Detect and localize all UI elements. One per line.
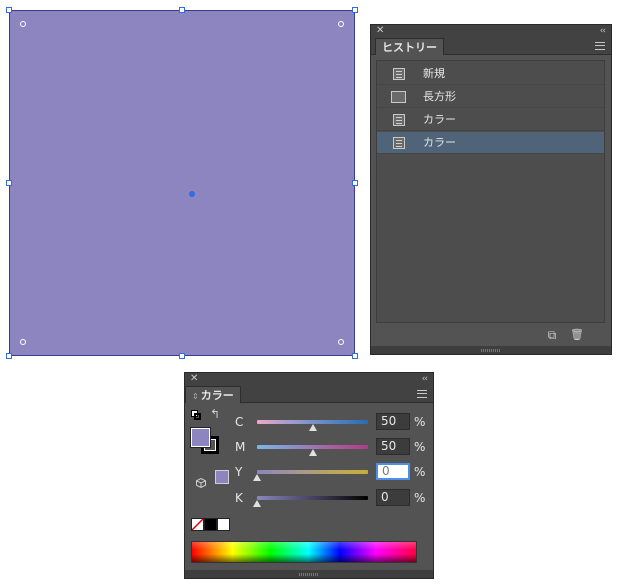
slider-thumb-y[interactable] — [253, 474, 261, 481]
tab-arrows-icon: ⇕ — [192, 392, 199, 401]
history-item-selected[interactable]: カラー — [377, 132, 604, 154]
swap-colors-icon[interactable]: ↰ — [210, 407, 220, 421]
tab-bar: ⇕ カラー — [185, 385, 433, 403]
tab-history[interactable]: ヒストリー — [375, 38, 444, 55]
handle-middle-right[interactable] — [352, 180, 358, 186]
panel-menu-icon[interactable] — [595, 42, 605, 50]
history-item[interactable]: 長方形 — [377, 86, 604, 108]
collapse-icon[interactable]: ‹‹ — [600, 25, 606, 37]
new-document-from-state-icon[interactable]: ⧉ — [545, 328, 559, 342]
fill-swatch[interactable] — [190, 427, 211, 448]
trash-icon[interactable]: 🗑 — [570, 328, 584, 342]
corner-widget-top-right[interactable] — [338, 21, 344, 27]
handle-bottom-right[interactable] — [352, 353, 358, 359]
corner-widget-bottom-left[interactable] — [20, 339, 26, 345]
slider-thumb-c[interactable] — [308, 424, 317, 431]
slider-track-y[interactable] — [257, 470, 368, 474]
history-list: 新規 長方形 カラー カラー — [376, 60, 605, 323]
handle-bottom-left[interactable] — [6, 353, 12, 359]
close-icon[interactable]: ✕ — [190, 373, 198, 385]
center-point — [189, 191, 195, 197]
history-item-label: カラー — [423, 113, 456, 126]
color-panel: ✕ ‹‹ ⇕ カラー ↰ C 50 % M 50 % Y 0 % K 0 % — [184, 372, 434, 579]
slider-thumb-k[interactable] — [253, 500, 261, 507]
rectangle-shape[interactable] — [9, 10, 355, 356]
default-colors-icon[interactable] — [191, 410, 201, 420]
document-icon — [393, 68, 405, 80]
white-swatch[interactable] — [217, 518, 230, 531]
history-item-label: 新規 — [423, 67, 445, 80]
document-icon — [393, 137, 405, 149]
panel-topbar: ✕ ‹‹ — [185, 373, 433, 385]
panel-menu-icon[interactable] — [417, 390, 427, 398]
channel-label-y: Y — [235, 465, 243, 479]
nearest-color-swatch[interactable] — [215, 470, 229, 484]
value-field-y[interactable]: 0 — [376, 463, 410, 480]
channel-label-k: K — [235, 491, 243, 505]
resize-grip-icon[interactable] — [481, 349, 501, 352]
history-item[interactable]: 新規 — [377, 63, 604, 85]
history-item-label: 長方形 — [423, 90, 456, 103]
handle-top-left[interactable] — [6, 7, 12, 13]
channel-label-c: C — [235, 415, 244, 429]
history-item-label: カラー — [423, 136, 456, 149]
document-icon — [393, 114, 405, 126]
collapse-icon[interactable]: ‹‹ — [422, 373, 428, 385]
percent-label: % — [414, 491, 426, 505]
none-swatch[interactable] — [191, 518, 204, 531]
percent-label: % — [414, 440, 426, 454]
web-color-cube-icon[interactable] — [196, 473, 206, 489]
corner-widget-bottom-right[interactable] — [338, 339, 344, 345]
value-field-k[interactable]: 0 — [376, 489, 410, 506]
tab-label: ヒストリー — [382, 41, 437, 54]
slider-thumb-m[interactable] — [308, 449, 317, 456]
tab-bar: ヒストリー — [371, 37, 611, 55]
slider-track-k[interactable] — [257, 496, 368, 500]
history-panel: ✕ ‹‹ ヒストリー 新規 長方形 カラー カラー ⧉ 🗑 — [370, 24, 612, 355]
handle-bottom-center[interactable] — [179, 353, 185, 359]
value-field-m[interactable]: 50 — [376, 438, 410, 455]
value-field-c[interactable]: 50 — [376, 413, 410, 430]
corner-widget-top-left[interactable] — [20, 21, 26, 27]
channel-label-m: M — [235, 440, 246, 454]
percent-label: % — [414, 415, 426, 429]
close-icon[interactable]: ✕ — [376, 25, 384, 37]
black-swatch[interactable] — [204, 518, 217, 531]
panel-topbar: ✕ ‹‹ — [371, 25, 611, 37]
tab-color[interactable]: ⇕ カラー — [185, 386, 241, 403]
percent-label: % — [414, 465, 426, 479]
color-spectrum-bar[interactable] — [191, 541, 417, 563]
handle-top-right[interactable] — [352, 7, 358, 13]
rectangle-icon — [391, 91, 406, 103]
history-item[interactable]: カラー — [377, 109, 604, 131]
handle-top-center[interactable] — [179, 7, 185, 13]
resize-grip-icon[interactable] — [299, 573, 319, 576]
handle-middle-left[interactable] — [6, 180, 12, 186]
tab-label: カラー — [200, 389, 234, 402]
